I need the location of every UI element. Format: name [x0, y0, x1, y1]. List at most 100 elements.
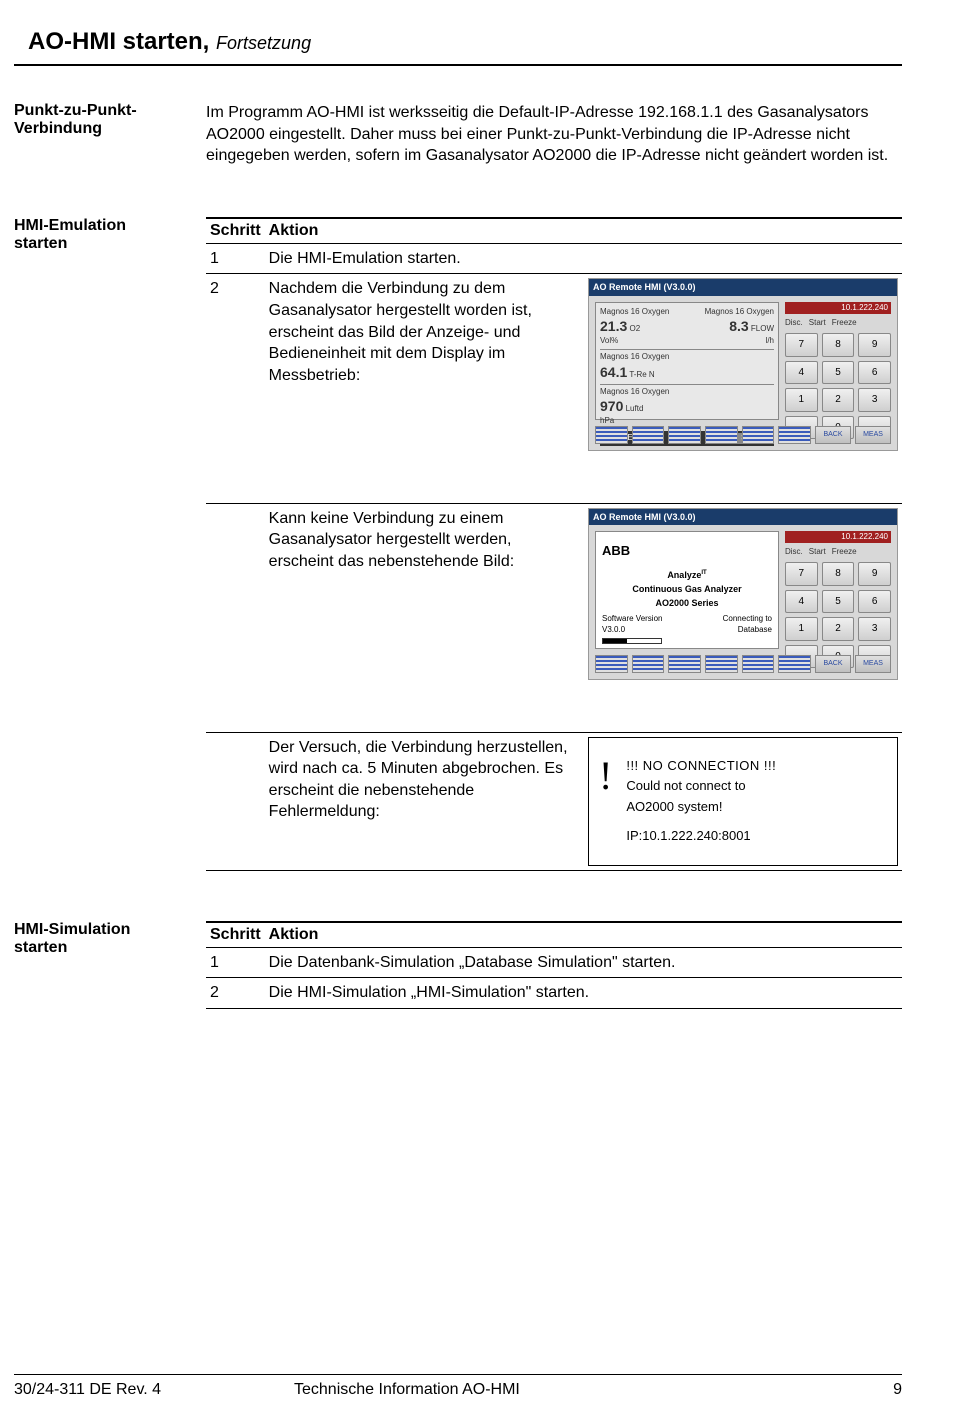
step-num: 1 [206, 243, 265, 274]
section-emulation: HMI-Emulation starten Schritt Aktion 1 D… [14, 217, 902, 871]
table-row: 2 Nachdem die Verbindung zu dem Gasanaly… [206, 274, 902, 503]
hmi-display: Magnos 16 OxygenMagnos 16 Oxygen 21.3 O2… [595, 302, 779, 420]
key-8[interactable]: 8 [822, 562, 855, 586]
step-num: 2 [206, 978, 265, 1009]
hmi-screenshot-connected: AO Remote HMI (V3.0.0) Magnos 16 Oxygen M… [588, 278, 898, 450]
u: T-Re N [629, 370, 654, 379]
key-8[interactable]: 8 [822, 333, 855, 357]
table-row: 1 Die HMI-Emulation starten. [206, 243, 902, 274]
footer-right: 9 [893, 1381, 902, 1399]
step-cell: Nachdem die Verbindung zu dem Gasanalysa… [265, 274, 902, 503]
sup: IT [701, 570, 706, 576]
key-4[interactable]: 4 [785, 590, 818, 614]
u: l/h [766, 336, 774, 347]
val-o2: 21.3 [600, 318, 627, 334]
page-title: AO-HMI starten, Fortsetzung [14, 0, 902, 66]
table-row: Der Versuch, die Verbindung herzustellen… [206, 732, 902, 870]
softkey[interactable] [705, 655, 738, 673]
err-line-1: !!! NO CONNECTION !!! [626, 756, 776, 777]
error-dialog: ! !!! NO CONNECTION !!! Could not connec… [588, 737, 898, 866]
val-flow: 8.3 [729, 318, 748, 334]
back-button[interactable]: BACK [815, 426, 851, 444]
lnk: Start [809, 547, 826, 558]
key-4[interactable]: 4 [785, 361, 818, 385]
err-line-4: IP:10.1.222.240:8001 [626, 826, 776, 847]
ptp-label-2: Verbindung [14, 120, 102, 137]
softkey[interactable] [668, 426, 701, 444]
hmi-right-panel: 10.1.222.240 Disc. Start Freeze 7 8 [785, 302, 891, 420]
step-num: 2 [206, 274, 265, 503]
key-5[interactable]: 5 [822, 361, 855, 385]
val-tre: 64.1 [600, 364, 627, 380]
section-simulation: HMI-Simulation starten Schritt Aktion 1 … [14, 921, 902, 1009]
key-3[interactable]: 3 [858, 617, 891, 641]
abb-logo: ABB [602, 542, 772, 560]
step-num: 1 [206, 947, 265, 978]
softkey-row [595, 426, 811, 444]
warning-icon: ! [599, 756, 612, 796]
table-row: Kann keine Verbindung zu einem Gasanalys… [206, 503, 902, 732]
softkey[interactable] [778, 655, 811, 673]
step-text: Die HMI-Simulation „HMI-Simulation" star… [265, 978, 902, 1009]
softkey[interactable] [595, 655, 628, 673]
val-luft: 970 [600, 398, 623, 414]
lnk: Disc. [785, 318, 803, 329]
sim-table: Schritt Aktion 1 Die Datenbank-Simulatio… [206, 921, 902, 1009]
table-row: 2 Die HMI-Simulation „HMI-Simulation" st… [206, 978, 902, 1009]
softkey[interactable] [632, 426, 665, 444]
page-footer: 30/24-311 DE Rev. 4 Technische Informati… [14, 1374, 902, 1399]
meas-button[interactable]: MEAS [855, 655, 891, 673]
th-aktion: Aktion [265, 922, 902, 948]
softkey[interactable] [632, 655, 665, 673]
key-1[interactable]: 1 [785, 388, 818, 412]
key-5[interactable]: 5 [822, 590, 855, 614]
softkey[interactable] [742, 655, 775, 673]
softkey[interactable] [668, 655, 701, 673]
lnk: Freeze [832, 547, 857, 558]
key-1[interactable]: 1 [785, 617, 818, 641]
lbl: Magnos 16 Oxygen [705, 307, 774, 318]
meas-button[interactable]: MEAS [855, 426, 891, 444]
u: Vol% [600, 336, 618, 347]
loading-bar [602, 638, 662, 644]
key-6[interactable]: 6 [858, 590, 891, 614]
hmi-right-panel: 10.1.222.240 Disc. Start Freeze 7 8 [785, 531, 891, 649]
key-7[interactable]: 7 [785, 562, 818, 586]
softkey[interactable] [705, 426, 738, 444]
key-7[interactable]: 7 [785, 333, 818, 357]
sim-label-1: HMI-Simulation [14, 921, 130, 938]
hmi-titlebar: AO Remote HMI (V3.0.0) [589, 279, 897, 295]
sw-version: Software Version V3.0.0 [602, 614, 687, 636]
sim-label-2: starten [14, 939, 67, 956]
key-9[interactable]: 9 [858, 333, 891, 357]
table-row: 1 Die Datenbank-Simulation „Database Sim… [206, 947, 902, 978]
softkey[interactable] [595, 426, 628, 444]
lbl: Magnos 16 Oxygen [600, 352, 774, 363]
u: Luftd [626, 404, 644, 413]
step-text: Die HMI-Emulation starten. [265, 243, 902, 274]
emul-label: HMI-Emulation starten [14, 217, 206, 871]
emul-table: Schritt Aktion 1 Die HMI-Emulation start… [206, 217, 902, 871]
lbl: Magnos 16 Oxygen [600, 387, 774, 398]
sim-label: HMI-Simulation starten [14, 921, 206, 1009]
lbl: Magnos 16 Oxygen [600, 307, 669, 318]
err-line-2: Could not connect to [626, 776, 776, 797]
key-2[interactable]: 2 [822, 388, 855, 412]
softkey[interactable] [742, 426, 775, 444]
emul-label-2: starten [14, 235, 67, 252]
key-3[interactable]: 3 [858, 388, 891, 412]
title-text: AO-HMI starten, [28, 28, 209, 55]
softkey[interactable] [778, 426, 811, 444]
key-9[interactable]: 9 [858, 562, 891, 586]
section-ptp: Punkt-zu-Punkt- Verbindung Im Programm A… [14, 102, 902, 167]
lnk: Start [809, 318, 826, 329]
back-button[interactable]: BACK [815, 655, 851, 673]
key-6[interactable]: 6 [858, 361, 891, 385]
key-2[interactable]: 2 [822, 617, 855, 641]
analyze-title: AnalyzeIT [602, 569, 772, 581]
sim-content: Schritt Aktion 1 Die Datenbank-Simulatio… [206, 921, 902, 1009]
analyze-sub2: AO2000 Series [602, 597, 772, 609]
emul-content: Schritt Aktion 1 Die HMI-Emulation start… [206, 217, 902, 871]
th-schritt: Schritt [206, 922, 265, 948]
ip-bar: 10.1.222.240 [785, 302, 891, 315]
